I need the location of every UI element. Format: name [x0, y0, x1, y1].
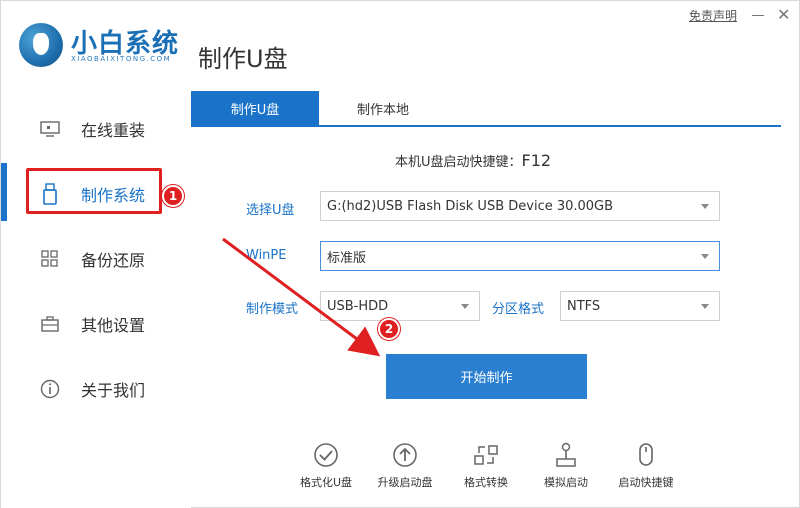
app-window: 小白系统 XIAOBAIXITONG.COM 在线重装 制作系统 备份还原 其他…: [0, 0, 800, 508]
annotation-arrow: [222, 237, 381, 357]
callout-badge-2: 2: [378, 318, 400, 340]
callout-badge-1: 1: [162, 185, 184, 207]
